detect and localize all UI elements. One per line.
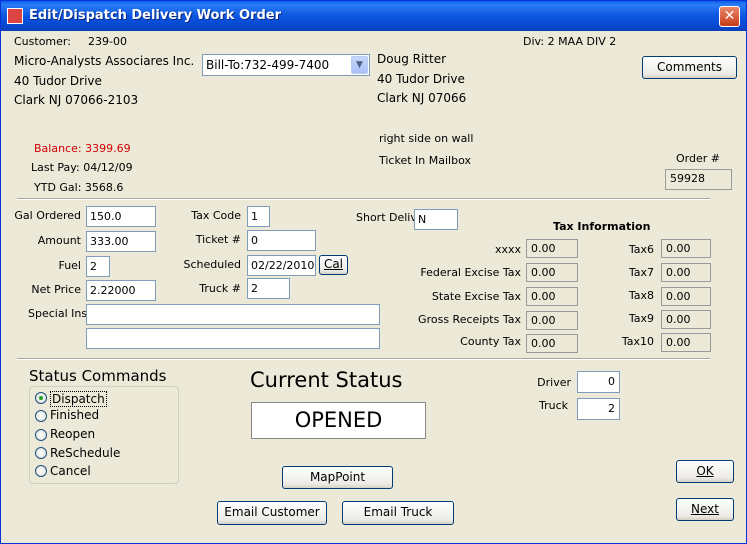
tax10-label: Tax10 (621, 335, 654, 348)
tax6-value: 0.00 (661, 239, 711, 258)
tax-value-gross-receipts: 0.00 (526, 311, 578, 330)
tax-info-heading: Tax Information (553, 220, 651, 233)
special-ins-label: Special Ins (28, 307, 88, 320)
fuel-input[interactable]: 2 (86, 256, 110, 277)
email-truck-button-label: Email Truck (363, 505, 433, 519)
tax-label-xxxx: xxxx (494, 243, 521, 256)
tax-code-label: Tax Code (191, 209, 241, 222)
customer-address-1: 40 Tudor Drive (14, 74, 102, 88)
driver-label: Driver (537, 376, 571, 389)
status-radio-finished[interactable] (35, 410, 47, 422)
short-deliv-input[interactable]: N (414, 209, 458, 230)
tax-value-federal-excise: 0.00 (526, 263, 578, 282)
tax6-label: Tax6 (628, 243, 654, 256)
email-truck-button[interactable]: Email Truck (342, 501, 454, 525)
scheduled-date-input[interactable]: 02/22/2010 (247, 255, 316, 276)
bill-to-value: Bill-To:732-499-7400 (206, 58, 330, 72)
tax9-label: Tax9 (628, 312, 654, 325)
special-ins-input-2[interactable] (86, 328, 380, 349)
tax-value-state-excise: 0.00 (526, 287, 578, 306)
customer-label: Customer: (14, 35, 71, 48)
close-icon: ✕ (723, 8, 736, 24)
status-radio-dispatch[interactable] (35, 392, 47, 404)
net-price-input[interactable]: 2.22000 (86, 280, 156, 301)
calendar-button[interactable]: Cal (319, 255, 348, 275)
email-customer-button-label: Email Customer (224, 505, 320, 519)
mappoint-button[interactable]: MapPoint (282, 466, 393, 489)
contact-name: Doug Ritter (377, 52, 447, 66)
short-deliv-label: Short Deliv (356, 211, 417, 224)
ok-button-label: OK (696, 464, 714, 478)
tax8-value: 0.00 (661, 287, 711, 306)
truck-number-input[interactable]: 2 (247, 278, 290, 299)
customer-id: 239-00 (88, 35, 127, 48)
ticket-label: Ticket # (195, 233, 241, 246)
tax9-value: 0.00 (661, 310, 711, 329)
amount-input[interactable]: 333.00 (86, 231, 156, 252)
app-icon (7, 8, 23, 24)
current-status-heading: Current Status (250, 368, 403, 392)
close-button[interactable]: ✕ (719, 6, 740, 27)
tax10-value: 0.00 (661, 333, 711, 352)
customer-name: Micro-Analysts Associares Inc. (14, 54, 195, 68)
contact-address-2: Clark NJ 07066 (377, 91, 467, 105)
special-ins-input-1[interactable] (86, 304, 380, 325)
tax8-label: Tax8 (628, 289, 654, 302)
window-title: Edit/Dispatch Delivery Work Order (29, 8, 281, 23)
tax-label-federal-excise: Federal Excise Tax (420, 266, 521, 279)
tax7-label: Tax7 (628, 266, 654, 279)
last-pay-text: Last Pay: 04/12/09 (31, 161, 133, 174)
ticket-note: Ticket In Mailbox (379, 154, 471, 167)
chevron-down-icon[interactable]: ▼ (351, 56, 368, 74)
truck-number-label: Truck # (199, 282, 241, 295)
bill-to-select[interactable]: Bill-To:732-499-7400 ▼ (202, 54, 370, 76)
tax7-value: 0.00 (661, 263, 711, 282)
title-bar[interactable]: Edit/Dispatch Delivery Work Order ✕ (1, 1, 746, 31)
status-radio-reopen[interactable] (35, 429, 47, 441)
ok-button[interactable]: OK (676, 460, 734, 483)
scheduled-label: Scheduled (183, 258, 241, 271)
customer-address-2: Clark NJ 07066-2103 (14, 93, 139, 107)
gal-ordered-input[interactable]: 150.0 (86, 206, 156, 227)
current-status-value: OPENED (251, 402, 426, 439)
tax-label-gross-receipts: Gross Receipts Tax (418, 313, 521, 326)
truck-label: Truck (538, 399, 568, 412)
next-button[interactable]: Next (676, 498, 734, 521)
gal-ordered-label: Gal Ordered (14, 209, 81, 222)
email-customer-button[interactable]: Email Customer (217, 501, 327, 525)
mappoint-button-label: MapPoint (309, 470, 366, 484)
tax-value-xxxx: 0.00 (526, 239, 578, 258)
status-label-reopen[interactable]: Reopen (50, 427, 95, 441)
tax-label-state-excise: State Excise Tax (431, 290, 521, 303)
status-commands-heading: Status Commands (29, 367, 167, 385)
status-label-cancel[interactable]: Cancel (50, 464, 91, 478)
comments-button[interactable]: Comments (642, 56, 737, 79)
truck-input[interactable]: 2 (577, 398, 620, 420)
net-price-label: Net Price (31, 283, 81, 296)
status-label-dispatch[interactable]: Dispatch (50, 391, 107, 407)
order-number-label: Order # (676, 152, 720, 165)
divider-bottom (17, 358, 710, 360)
amount-label: Amount (37, 234, 81, 247)
status-label-reschedule[interactable]: ReSchedule (50, 446, 120, 460)
balance-text: Balance: 3399.69 (34, 142, 131, 155)
contact-address-1: 40 Tudor Drive (377, 72, 465, 86)
tax-value-county: 0.00 (526, 334, 578, 353)
fuel-label: Fuel (58, 259, 81, 272)
work-order-window: Edit/Dispatch Delivery Work Order ✕ Cust… (0, 0, 747, 544)
next-button-label: Next (691, 502, 719, 516)
ytd-gallons-text: YTD Gal: 3568.6 (34, 181, 124, 194)
driver-input[interactable]: 0 (577, 371, 620, 393)
tax-label-county: County Tax (460, 335, 521, 348)
divider-top (17, 198, 710, 200)
order-number-field: 59928 (665, 169, 732, 190)
status-radio-cancel[interactable] (35, 465, 47, 477)
tax-code-input[interactable]: 1 (247, 206, 270, 227)
location-note: right side on wall (379, 132, 474, 145)
calendar-button-label: Cal (323, 257, 344, 271)
ticket-input[interactable]: 0 (247, 230, 316, 251)
division-text: Div: 2 MAA DIV 2 (523, 35, 617, 48)
status-radio-reschedule[interactable] (35, 447, 47, 459)
status-label-finished[interactable]: Finished (50, 408, 99, 422)
